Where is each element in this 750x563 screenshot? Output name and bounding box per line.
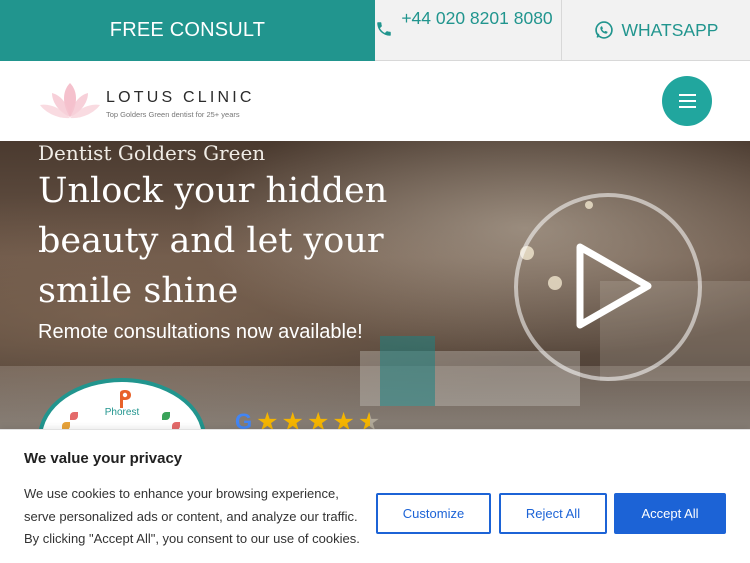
whatsapp-link[interactable]: WHATSAPP — [562, 0, 750, 61]
phorest-label: Phorest — [104, 407, 140, 418]
phone-link[interactable]: +44 020 8201 8080 — [375, 0, 562, 61]
free-consult-label: FREE CONSULT — [109, 19, 266, 41]
lotus-logo-icon — [40, 83, 100, 119]
remote-consult-note: Remote consultations now available! — [38, 321, 363, 343]
reject-all-button[interactable]: Reject All — [499, 493, 607, 534]
cookie-title: We value your privacy — [24, 450, 183, 467]
hero-section: Dentist Golders Green Unlock your hidden… — [0, 141, 750, 431]
hero-background-wall — [380, 336, 435, 406]
google-icon: G — [235, 409, 253, 431]
site-header: LOTUS CLINIC Top Golders Green dentist f… — [0, 61, 750, 141]
star-icon: ★ — [281, 408, 304, 431]
phone-number: +44 020 8201 8080 — [401, 8, 553, 28]
laurel-leaf — [70, 412, 78, 420]
cookie-consent-banner: We value your privacy We use cookies to … — [0, 429, 750, 563]
laurel-leaf — [162, 412, 170, 420]
star-icon: ★ — [332, 408, 355, 431]
top-bar: FREE CONSULT +44 020 8201 8080 WHATSAPP — [0, 0, 750, 61]
brand-name: LOTUS CLINIC — [106, 89, 255, 106]
star-icon: ★ — [256, 408, 279, 431]
site-logo[interactable]: LOTUS CLINIC Top Golders Green dentist f… — [38, 79, 268, 123]
google-rating: G ★ ★ ★ ★ ★ — [235, 409, 383, 431]
hero-subtitle: Dentist Golders Green — [38, 141, 266, 165]
play-video-button[interactable] — [514, 193, 702, 381]
menu-button[interactable] — [662, 76, 712, 126]
phorest-icon — [120, 390, 131, 408]
phone-icon — [377, 22, 391, 36]
free-consult-button[interactable]: FREE CONSULT — [0, 0, 375, 61]
customize-button[interactable]: Customize — [376, 493, 491, 534]
hero-headline: Unlock your hidden beauty and let your s… — [38, 171, 388, 311]
whatsapp-label: WHATSAPP — [621, 19, 719, 40]
play-icon — [576, 243, 652, 329]
brand-tagline: Top Golders Green dentist for 25+ years — [106, 110, 240, 119]
cookie-body-text: We use cookies to enhance your browsing … — [24, 486, 360, 546]
star-icon: ★ — [306, 408, 330, 431]
accept-all-button[interactable]: Accept All — [614, 493, 726, 534]
whatsapp-icon — [594, 21, 613, 39]
rating-stars: ★ ★ ★ ★ ★ — [256, 409, 383, 431]
star-half-icon: ★ — [358, 409, 380, 431]
